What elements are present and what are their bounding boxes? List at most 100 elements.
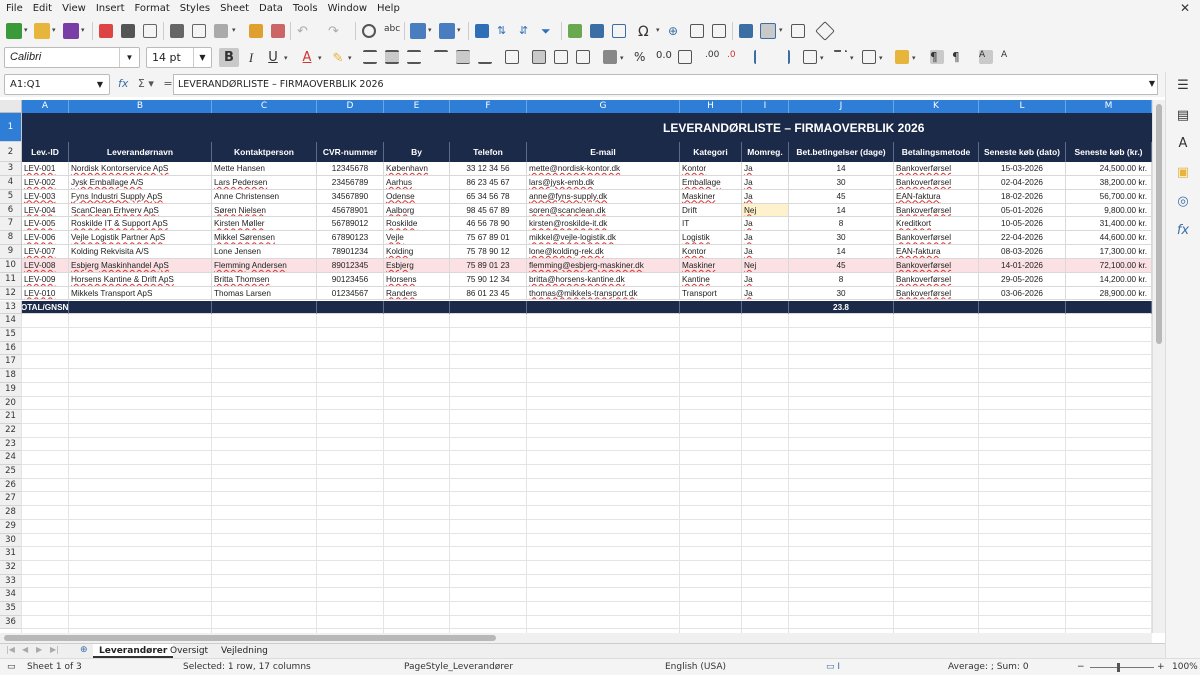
table-cell[interactable]: Nej bbox=[742, 203, 789, 218]
total-row-cell[interactable] bbox=[450, 300, 527, 315]
row-header[interactable]: 17 bbox=[0, 355, 22, 370]
table-cell[interactable]: mikkel@vejle-logistik.dk bbox=[527, 231, 680, 246]
paste-icon[interactable] bbox=[214, 24, 228, 38]
table-cell[interactable]: 08-03-2026 bbox=[979, 245, 1066, 259]
table-cell[interactable]: Bankoverførsel bbox=[894, 162, 979, 176]
column-header-h[interactable]: H bbox=[680, 100, 742, 113]
insert-chart-icon[interactable] bbox=[590, 24, 604, 38]
column-header-g[interactable]: G bbox=[527, 100, 680, 113]
table-cell[interactable]: Lars Pedersen bbox=[212, 175, 317, 190]
table-cell[interactable]: 86 23 45 67 bbox=[450, 175, 527, 190]
table-cell[interactable]: 72,100.00 kr. bbox=[1066, 258, 1152, 273]
sheet-tab-oversigt[interactable]: Oversigt bbox=[164, 644, 214, 658]
table-cell[interactable]: 56789012 bbox=[317, 217, 384, 232]
table-cell[interactable]: LEV-004 bbox=[22, 203, 69, 218]
name-box[interactable]: A1:Q1 ▼ bbox=[4, 74, 110, 95]
table-cell[interactable]: 38,200.00 kr. bbox=[1066, 175, 1152, 190]
print-preview-icon[interactable] bbox=[143, 24, 157, 38]
table-cell[interactable]: 30 bbox=[789, 286, 894, 301]
row-header[interactable]: 25 bbox=[0, 465, 22, 479]
borders-icon[interactable] bbox=[803, 50, 817, 64]
row-header[interactable]: 20 bbox=[0, 396, 22, 411]
table-cell[interactable]: Søren Nielsen bbox=[212, 203, 317, 218]
zoom-in-icon[interactable]: + bbox=[1157, 662, 1165, 672]
table-cell[interactable]: 05-01-2026 bbox=[979, 203, 1066, 218]
table-cell[interactable]: 15-03-2026 bbox=[979, 162, 1066, 176]
table-cell[interactable]: LEV-003 bbox=[22, 189, 69, 204]
table-cell[interactable]: Roskilde bbox=[384, 217, 450, 232]
table-cell[interactable]: Anne Christensen bbox=[212, 189, 317, 204]
table-cell[interactable]: 14,200.00 kr. bbox=[1066, 272, 1152, 287]
table-cell[interactable]: Nordisk Kontorservice ApS bbox=[69, 162, 212, 176]
sort-descending-icon[interactable]: ⇵ bbox=[519, 24, 533, 38]
function-wizard-icon[interactable]: fx bbox=[118, 77, 128, 90]
table-cell[interactable]: 24,500.00 kr. bbox=[1066, 162, 1152, 176]
table-cell[interactable]: Kontor bbox=[680, 162, 742, 176]
table-cell[interactable]: Ja bbox=[742, 272, 789, 287]
hyperlink-icon[interactable]: ⊕ bbox=[668, 24, 682, 38]
table-cell[interactable]: Ja bbox=[742, 245, 789, 259]
table-cell[interactable]: Flemming Andersen bbox=[212, 258, 317, 273]
last-sheet-icon[interactable]: ▶| bbox=[50, 645, 59, 654]
increase-indent-icon[interactable] bbox=[754, 50, 768, 64]
next-sheet-icon[interactable]: ▶ bbox=[36, 645, 42, 654]
row-header[interactable]: 27 bbox=[0, 492, 22, 507]
column-header-k[interactable]: K bbox=[894, 100, 979, 113]
table-cell[interactable]: LEV-006 bbox=[22, 231, 69, 246]
table-cell[interactable]: Britta Thomsen bbox=[212, 272, 317, 287]
table-cell[interactable]: Fyns Industri Supply ApS bbox=[69, 189, 212, 204]
table-cell[interactable]: LEV-007 bbox=[22, 245, 69, 259]
vertical-scrollbar[interactable] bbox=[1152, 100, 1165, 633]
table-cell[interactable]: lone@kolding-rek.dk bbox=[527, 245, 680, 259]
align-center-icon[interactable] bbox=[385, 50, 399, 64]
navigator-icon[interactable]: ◎ bbox=[1175, 194, 1191, 210]
undo-icon[interactable]: ↶ bbox=[297, 24, 311, 39]
table-header-cell[interactable]: Kontaktperson bbox=[212, 142, 317, 162]
chevron-down-icon[interactable]: ▼ bbox=[91, 75, 109, 94]
table-cell[interactable]: Kolding bbox=[384, 245, 450, 259]
table-cell[interactable]: Drift bbox=[680, 203, 742, 218]
border-style-icon[interactable] bbox=[833, 50, 847, 64]
table-cell[interactable]: LEV-010 bbox=[22, 286, 69, 301]
table-cell[interactable]: 01234567 bbox=[317, 286, 384, 301]
text-vertical-icon[interactable]: A bbox=[1001, 50, 1015, 64]
table-cell[interactable]: 75 89 01 23 bbox=[450, 258, 527, 273]
table-cell[interactable]: Mette Hansen bbox=[212, 162, 317, 176]
table-header-cell[interactable]: Bet.betingelser (dage) bbox=[789, 142, 894, 162]
row-icon[interactable] bbox=[410, 23, 426, 39]
row-header[interactable]: 36 bbox=[0, 615, 22, 630]
table-cell[interactable]: 65 34 56 78 bbox=[450, 189, 527, 204]
add-decimal-icon[interactable]: .00 bbox=[705, 50, 719, 64]
formula-icon[interactable]: = bbox=[163, 77, 172, 90]
table-cell[interactable]: Bankoverførsel bbox=[894, 175, 979, 190]
table-cell[interactable]: 67890123 bbox=[317, 231, 384, 246]
table-cell[interactable]: 78901234 bbox=[317, 245, 384, 259]
language-status[interactable]: English (USA) bbox=[665, 662, 726, 672]
table-cell[interactable]: Bankoverførsel bbox=[894, 203, 979, 218]
row-header[interactable]: 21 bbox=[0, 410, 22, 424]
table-cell[interactable]: 33 12 34 56 bbox=[450, 162, 527, 176]
menu-data[interactable]: Data bbox=[259, 3, 283, 14]
table-cell[interactable]: 8 bbox=[789, 217, 894, 232]
table-cell[interactable]: Kirsten Møller bbox=[212, 217, 317, 232]
find-replace-icon[interactable] bbox=[362, 24, 376, 38]
table-cell[interactable]: mette@nordisk-kontor.dk bbox=[527, 162, 680, 176]
column-header-i[interactable]: I bbox=[742, 100, 789, 113]
table-cell[interactable]: 28,900.00 kr. bbox=[1066, 286, 1152, 301]
center-vertically-icon[interactable] bbox=[456, 50, 470, 64]
formula-input[interactable]: LEVERANDØRLISTE – FIRMAOVERBLIK 2026 ▼ bbox=[173, 74, 1158, 95]
table-cell[interactable]: 30 bbox=[789, 231, 894, 246]
row-header[interactable]: 30 bbox=[0, 533, 22, 548]
row-header[interactable]: 12 bbox=[0, 286, 22, 301]
border-color-icon[interactable] bbox=[862, 50, 876, 64]
row-header[interactable]: 15 bbox=[0, 328, 22, 342]
table-cell[interactable]: 44,600.00 kr. bbox=[1066, 231, 1152, 246]
table-cell[interactable]: Horsens bbox=[384, 272, 450, 287]
table-cell[interactable]: Ja bbox=[742, 231, 789, 246]
total-row-cell[interactable]: TOTAL/GNSN. bbox=[22, 300, 69, 315]
table-cell[interactable]: Randers bbox=[384, 286, 450, 301]
table-header-cell[interactable]: Leverandørnavn bbox=[69, 142, 212, 162]
print-icon[interactable] bbox=[121, 24, 135, 38]
row-header[interactable]: 14 bbox=[0, 314, 22, 329]
row-header[interactable]: 5 bbox=[0, 189, 22, 204]
